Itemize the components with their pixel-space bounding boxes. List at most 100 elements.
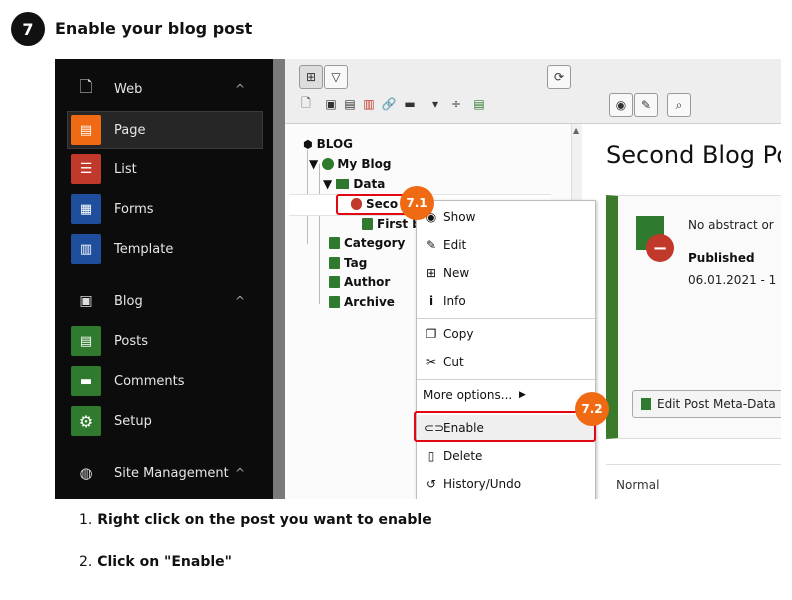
menu-item-history-undo[interactable]: ↺ History/Undo <box>417 471 595 497</box>
sidebar-item-setup[interactable]: ⚙ Setup <box>55 403 273 439</box>
refresh-icon: ⟳ <box>553 70 565 84</box>
expand-arrow-icon: ▼ <box>309 157 319 171</box>
sidebar-item-forms[interactable]: ▦ Forms <box>55 191 273 227</box>
caret-right-icon: ▶ <box>519 390 526 400</box>
blog-post-icon <box>641 398 651 410</box>
gear-icon: ⚙ <box>71 406 101 436</box>
instruction-step-1: 1. Right click on the post you want to e… <box>79 512 432 528</box>
content-panel: Second Blog Pos − No abstract or Publish… <box>582 124 781 499</box>
shortcut-page-icon[interactable]: ▥ <box>362 97 376 111</box>
search-button[interactable]: ⌕ <box>667 93 691 117</box>
new-page-icon: ⊞ <box>305 70 317 84</box>
menu-item-delete[interactable]: ▯ Delete <box>417 443 595 469</box>
blog-post-icon <box>362 218 373 230</box>
folder-icon[interactable]: ▬ <box>403 97 417 111</box>
chevron-up-icon[interactable]: ^ <box>235 294 245 308</box>
step-title: Enable your blog post <box>55 19 253 38</box>
menu-item-info[interactable]: i Info <box>417 288 595 314</box>
menu-item-show[interactable]: ◉ Show <box>417 204 595 230</box>
typo3-logo-icon: ⬢ <box>303 138 313 151</box>
tree-item-category[interactable]: Category <box>329 236 405 250</box>
comments-module-icon: ▬ <box>71 366 101 396</box>
sidebar-section-web[interactable]: 🗋 Web ^ <box>55 71 273 107</box>
tree-item-author[interactable]: Author <box>329 275 390 289</box>
blog-page-icon <box>329 296 340 308</box>
blog-page-icon <box>329 276 340 288</box>
page-tree-toolbar: ⊞ ▽ ⟳ 🗋 ▣ ▤ ▥ 🔗 ▬ ▾ ÷ ▤ ◉ ✎ ⌕ <box>285 59 781 124</box>
chevron-up-icon[interactable]: ^ <box>235 82 245 96</box>
sidebar-scrollbar[interactable] <box>273 59 285 499</box>
posts-module-icon: ▤ <box>71 326 101 356</box>
tree-item-archive[interactable]: Archive <box>329 295 395 309</box>
annotation-badge-7-2: 7.2 <box>575 392 609 426</box>
expand-arrow-icon: ▼ <box>323 177 333 191</box>
menu-item-new[interactable]: ⊞ New <box>417 260 595 286</box>
post-date: 06.01.2021 - 1 <box>688 273 777 287</box>
blog-page-icon <box>329 237 340 249</box>
chevron-up-icon[interactable]: ^ <box>235 466 245 480</box>
post-info-card: − No abstract or Published 06.01.2021 - … <box>606 195 781 439</box>
edit-page-button[interactable]: ✎ <box>634 93 658 117</box>
scissors-icon: ✂ <box>425 355 437 369</box>
sidebar-item-posts[interactable]: ▤ Posts <box>55 323 273 359</box>
backend-user-page-icon[interactable]: ▣ <box>324 97 338 111</box>
edit-post-meta-button[interactable]: Edit Post Meta-Data <box>632 390 781 418</box>
new-icon: ⊞ <box>425 266 437 280</box>
globe-icon: ◍ <box>79 464 93 482</box>
forms-module-icon: ▦ <box>71 194 101 224</box>
highlight-box-enable <box>414 411 596 442</box>
blog-page-icon <box>329 257 340 269</box>
context-menu: ◉ Show ✎ Edit ⊞ New i Info ❐ Copy ✂ Cut More o… <box>416 200 596 499</box>
blog-post-page-icon[interactable]: ▤ <box>472 97 486 111</box>
sidebar-item-list[interactable]: ☰ List <box>55 151 273 187</box>
highlight-box-post <box>336 194 410 215</box>
menu-item-copy[interactable]: ❐ Copy <box>417 321 595 347</box>
tree-site-my-blog[interactable]: ▼ My Blog <box>309 157 391 171</box>
menu-item-more-options[interactable]: More options... ▶ <box>417 382 595 408</box>
tree-folder-data[interactable]: ▼ Data <box>323 177 385 191</box>
external-link-page-icon[interactable]: ▤ <box>343 97 357 111</box>
refresh-button[interactable]: ⟳ <box>547 65 571 89</box>
globe-icon <box>322 158 335 170</box>
section-label-normal: Normal <box>616 478 660 492</box>
sidebar-section-blog[interactable]: ▣ Blog ^ <box>55 283 273 319</box>
module-sidebar: 🗋 Web ^ ▤ Page ☰ List ▦ Forms ▥ Template… <box>55 59 273 499</box>
instruction-step-2: 2. Click on "Enable" <box>79 554 232 570</box>
folder-icon <box>336 179 350 189</box>
new-page-drag-button[interactable]: ⊞ <box>299 65 323 89</box>
page-outline-icon: 🗋 <box>79 76 93 96</box>
history-icon: ↺ <box>425 477 437 491</box>
menu-separator <box>417 379 595 380</box>
trash-icon[interactable]: ▾ <box>428 97 442 111</box>
menu-separator <box>417 318 595 319</box>
post-status: Published <box>688 251 755 265</box>
divider-icon[interactable]: ÷ <box>449 97 463 111</box>
page-type-icon[interactable]: 🗋 <box>299 96 313 111</box>
post-abstract: No abstract or <box>688 218 774 232</box>
sidebar-item-comments[interactable]: ▬ Comments <box>55 363 273 399</box>
post-title: Second Blog Pos <box>606 141 781 169</box>
link-icon[interactable]: 🔗 <box>382 97 397 111</box>
search-icon: ⌕ <box>675 97 683 112</box>
tree-item-tag[interactable]: Tag <box>329 256 367 270</box>
edit-icon: ✎ <box>425 238 437 252</box>
copy-icon: ❐ <box>425 327 437 341</box>
menu-item-edit[interactable]: ✎ Edit <box>417 232 595 258</box>
template-module-icon: ▥ <box>71 234 101 264</box>
section-divider <box>606 464 781 465</box>
view-page-button[interactable]: ◉ <box>609 93 633 117</box>
eye-doc-icon: ◉ <box>615 98 627 112</box>
trash-icon: ▯ <box>427 449 435 463</box>
blog-outline-icon: ▣ <box>79 293 93 309</box>
sidebar-item-page[interactable]: ▤ Page <box>67 111 263 149</box>
menu-item-cut[interactable]: ✂ Cut <box>417 349 595 375</box>
info-icon: i <box>428 294 434 308</box>
sidebar-item-template[interactable]: ▥ Template <box>55 231 273 267</box>
pencil-doc-icon: ✎ <box>640 98 652 112</box>
annotation-badge-7-1: 7.1 <box>400 186 434 220</box>
filter-button[interactable]: ▽ <box>324 65 348 89</box>
step-number-badge: 7 <box>11 12 45 46</box>
sidebar-section-site-management[interactable]: ◍ Site Management ^ <box>55 455 273 491</box>
tree-root[interactable]: ⬢ BLOG <box>303 137 353 151</box>
scroll-up-arrow-icon[interactable]: ▲ <box>573 126 579 135</box>
